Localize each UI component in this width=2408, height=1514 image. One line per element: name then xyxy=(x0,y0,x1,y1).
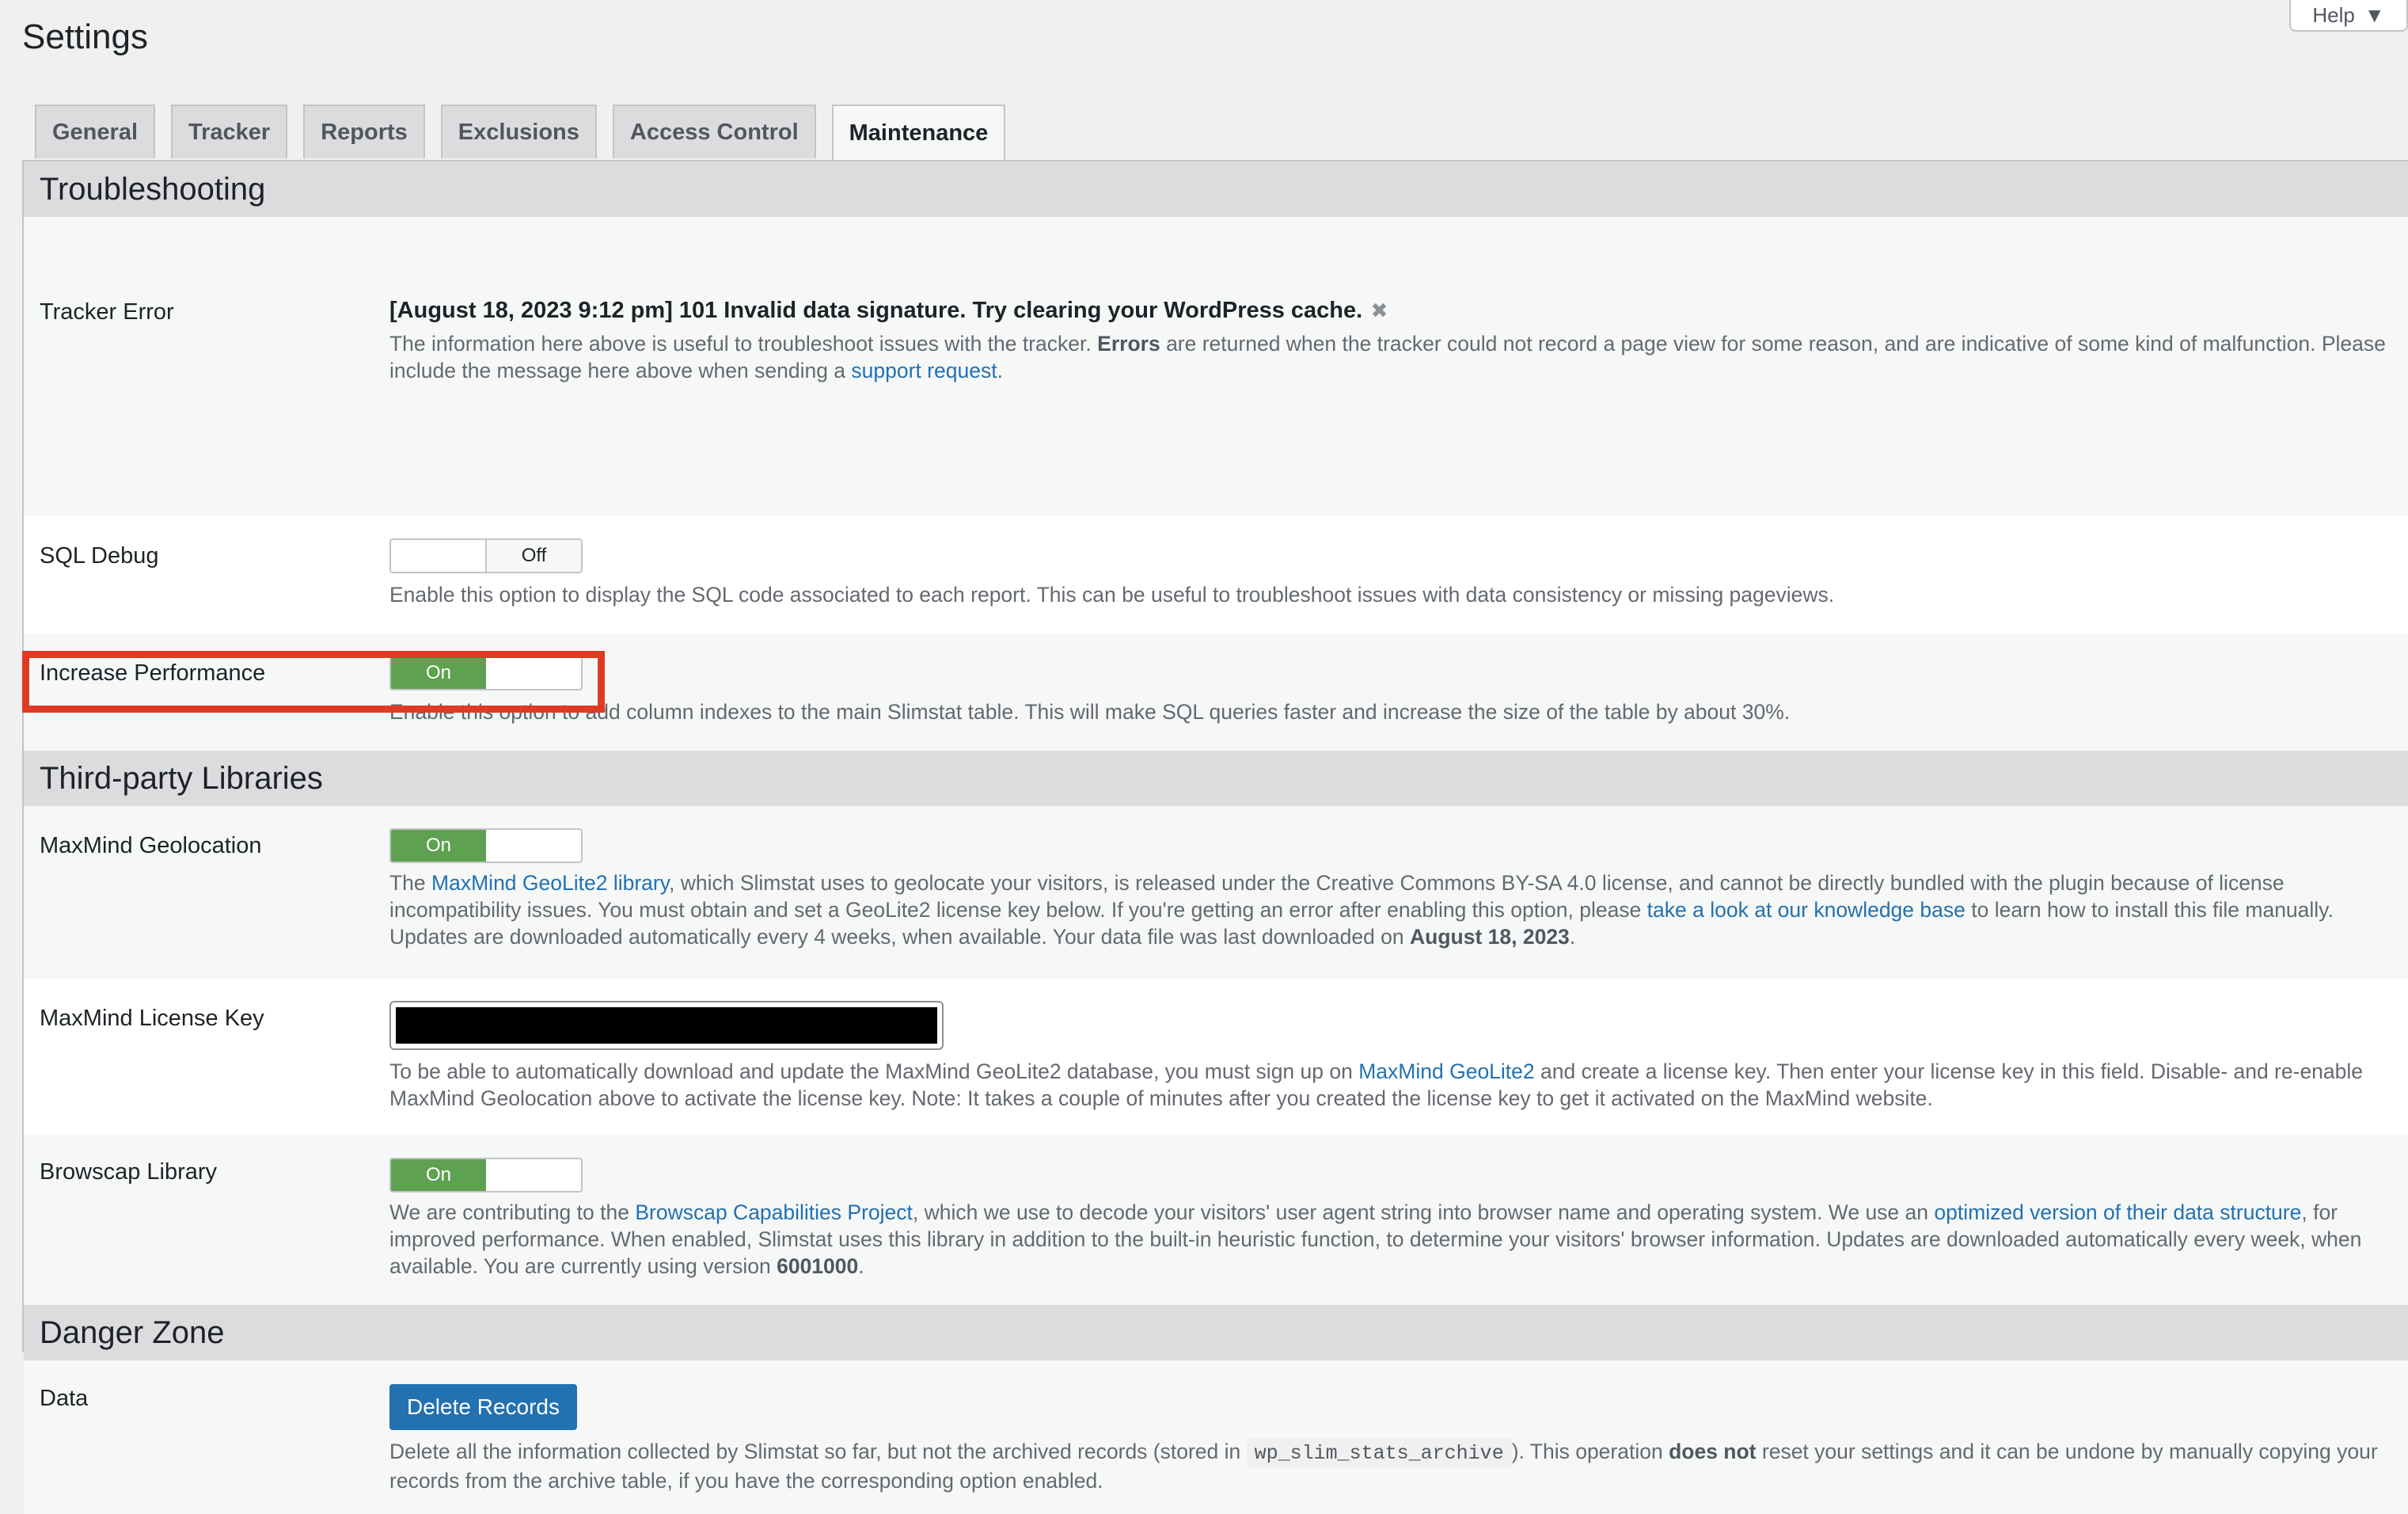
section-heading-troubleshooting: Troubleshooting xyxy=(24,162,2408,217)
maxmind-geolite2-link[interactable]: MaxMind GeoLite2 xyxy=(1358,1059,1534,1083)
tab-access-control[interactable]: Access Control xyxy=(612,105,816,158)
tab-reports[interactable]: Reports xyxy=(303,105,425,158)
increase-performance-label: Increase Performance xyxy=(40,660,266,686)
sql-debug-body: Off Enable this option to display the SQ… xyxy=(389,538,2400,608)
settings-row-tracker-error: Tracker Error [August 18, 2023 9:12 pm] … xyxy=(24,217,2408,516)
settings-row-sql-debug: SQL Debug Off Enable this option to disp… xyxy=(24,516,2408,633)
tracker-error-label: Tracker Error xyxy=(40,299,174,325)
archive-table-name: wp_slim_stats_archive xyxy=(1246,1439,1512,1468)
browscap-body: On We are contributing to the Browscap C… xyxy=(389,1158,2400,1280)
toggle-state: Off xyxy=(485,540,581,572)
knowledge-base-link[interactable]: take a look at our knowledge base xyxy=(1647,898,1966,922)
maxmind-description: The MaxMind GeoLite2 library, which Slim… xyxy=(389,871,2334,949)
increase-performance-body: On Enable this option to add column inde… xyxy=(389,656,2400,725)
redacted-value xyxy=(396,1007,937,1044)
sql-debug-description: Enable this option to display the SQL co… xyxy=(389,583,1835,607)
tracker-error-body: [August 18, 2023 9:12 pm] 101 Invalid da… xyxy=(389,298,2400,384)
license-key-body: To be able to automatically download and… xyxy=(389,1001,2400,1112)
maxmind-library-link[interactable]: MaxMind GeoLite2 library xyxy=(431,871,669,895)
license-key-description: To be able to automatically download and… xyxy=(389,1059,2364,1110)
help-button[interactable]: Help ▼ xyxy=(2289,0,2408,32)
tab-general[interactable]: General xyxy=(35,105,155,158)
browscap-label: Browscap Library xyxy=(40,1159,218,1185)
tracker-error-message: [August 18, 2023 9:12 pm] 101 Invalid da… xyxy=(389,298,1363,323)
toggle-state: On xyxy=(391,1159,486,1191)
settings-row-browscap: Browscap Library On We are contributing … xyxy=(24,1134,2408,1305)
increase-performance-description: Enable this option to add column indexes… xyxy=(389,700,1791,724)
increase-performance-toggle[interactable]: On xyxy=(389,656,583,690)
sql-debug-toggle[interactable]: Off xyxy=(389,538,583,573)
optimized-data-structure-link[interactable]: optimized version of their data structur… xyxy=(1934,1200,2301,1224)
license-key-input[interactable] xyxy=(389,1001,944,1050)
caret-down-icon: ▼ xyxy=(2364,2,2385,27)
sql-debug-label: SQL Debug xyxy=(40,543,159,569)
support-request-link[interactable]: support request xyxy=(851,359,997,382)
data-body: Delete Records Delete all the informatio… xyxy=(389,1384,2400,1494)
license-key-label: MaxMind License Key xyxy=(40,1006,264,1031)
settings-tabs: General Tracker Reports Exclusions Acces… xyxy=(35,105,1021,160)
settings-row-license-key: MaxMind License Key To be able to automa… xyxy=(24,979,2408,1134)
close-icon[interactable]: ✖ xyxy=(1371,299,1388,322)
section-heading-third-party: Third-party Libraries xyxy=(24,751,2408,806)
tab-exclusions[interactable]: Exclusions xyxy=(440,105,597,158)
tab-tracker[interactable]: Tracker xyxy=(171,105,288,158)
delete-records-description: Delete all the information collected by … xyxy=(389,1439,2378,1493)
toggle-state: On xyxy=(391,830,486,862)
maxmind-label: MaxMind Geolocation xyxy=(40,833,262,858)
settings-row-data: Data Delete Records Delete all the infor… xyxy=(24,1360,2408,1514)
page-title: Settings xyxy=(22,17,148,56)
settings-row-increase-performance: Increase Performance On Enable this opti… xyxy=(24,633,2408,751)
data-label: Data xyxy=(40,1386,89,1411)
browscap-description: We are contributing to the Browscap Capa… xyxy=(389,1200,2362,1278)
toggle-state: On xyxy=(391,657,486,689)
help-label: Help xyxy=(2312,2,2355,27)
browscap-project-link[interactable]: Browscap Capabilities Project xyxy=(635,1200,913,1224)
delete-records-button[interactable]: Delete Records xyxy=(389,1384,577,1430)
tab-maintenance[interactable]: Maintenance xyxy=(831,105,1006,160)
maxmind-toggle[interactable]: On xyxy=(389,828,583,863)
browscap-toggle[interactable]: On xyxy=(389,1158,583,1193)
tracker-error-description: The information here above is useful to … xyxy=(389,332,2386,382)
maxmind-body: On The MaxMind GeoLite2 library, which S… xyxy=(389,828,2400,950)
settings-row-maxmind: MaxMind Geolocation On The MaxMind GeoLi… xyxy=(24,806,2408,979)
settings-panel: Troubleshooting Tracker Error [August 18… xyxy=(22,160,2408,1514)
